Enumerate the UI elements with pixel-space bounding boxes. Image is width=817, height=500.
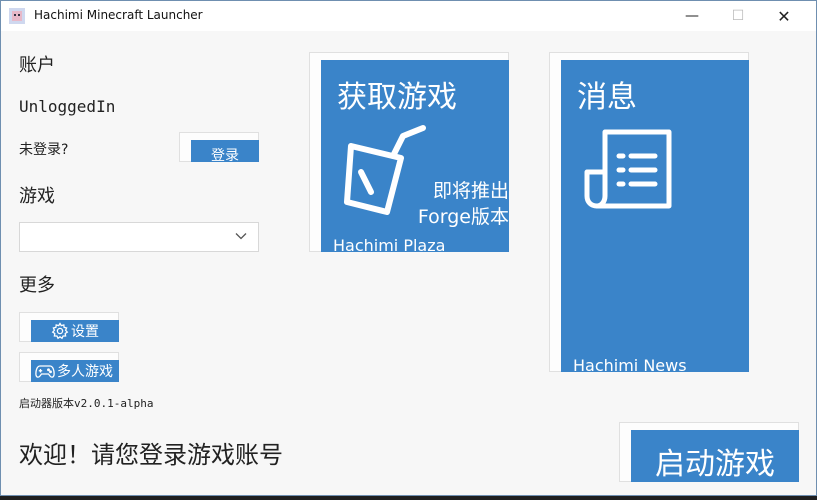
plaza-coming-soon-line2: Forge版本 [417,206,509,228]
game-heading: 游戏 [19,186,55,207]
launcher-window: Hachimi Minecraft Launcher — ☐ ✕ 账户 Unlo… [0,0,817,496]
login-button[interactable]: 登录 [191,140,259,162]
minimize-button[interactable]: — [669,1,715,31]
settings-label: 设置 [71,324,99,340]
launcher-version-text: 启动器版本v2.0.1-alpha [19,397,154,410]
news-tile-footer: Hachimi News [573,356,687,372]
close-button[interactable]: ✕ [761,1,807,31]
maximize-icon: ☐ [731,8,745,24]
welcome-message: 欢迎！请您登录游戏账号 [19,441,283,469]
close-icon: ✕ [777,6,791,26]
title-bar: Hachimi Minecraft Launcher — ☐ ✕ [1,1,816,31]
app-icon [9,8,25,24]
gamepad-icon [35,365,55,378]
maximize-button[interactable]: ☐ [715,1,761,31]
launch-game-button[interactable]: 启动游戏 [631,430,799,482]
news-tile[interactable]: 消息 Hachimi News [561,60,749,372]
plaza-tile-footer: Hachimi Plaza [333,236,446,252]
gear-icon [51,322,69,340]
plaza-coming-soon: 即将推出 Forge版本 [418,178,509,230]
not-logged-in-prompt: 未登录? [19,142,69,158]
username-text: UnloggedIn [19,97,116,116]
plaza-coming-soon-line1: 即将推出 [432,180,509,202]
plaza-tile[interactable]: 获取游戏 即将推出 Forge版本 Hachimi Plaza [321,60,509,252]
more-heading: 更多 [19,275,55,296]
multiplayer-label: 多人游戏 [57,364,113,380]
game-version-select[interactable] [19,222,259,252]
plaza-tile-title: 获取游戏 [337,80,457,115]
newspaper-icon [584,129,672,209]
settings-button[interactable]: 设置 [31,320,119,342]
minimize-icon: — [685,8,699,24]
multiplayer-button[interactable]: 多人游戏 [31,360,119,382]
window-title: Hachimi Minecraft Launcher [34,8,203,22]
chevron-down-icon [235,233,247,240]
news-tile-title: 消息 [577,80,637,115]
account-heading: 账户 [19,55,55,76]
